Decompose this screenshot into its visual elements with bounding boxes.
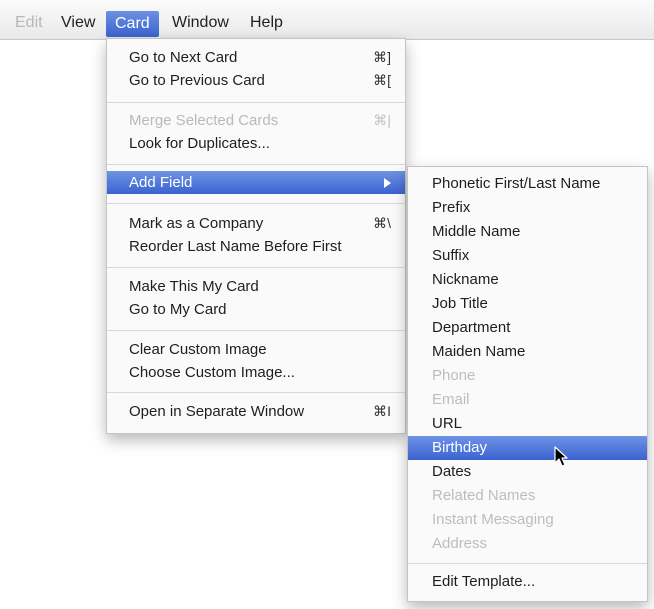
submenu-separator bbox=[408, 563, 647, 564]
menu-separator bbox=[107, 330, 405, 331]
menu-bar: Edit View Card Window Help bbox=[0, 0, 654, 40]
submenu-item-related-names: Related Names bbox=[432, 487, 536, 504]
shortcut-label: ⌘[ bbox=[373, 72, 391, 88]
menu-window[interactable]: Window bbox=[163, 10, 238, 36]
shortcut-label: ⌘I bbox=[373, 403, 391, 419]
menu-item-label: Go to Previous Card bbox=[129, 72, 265, 89]
menu-item-go-to-my-card[interactable]: Go to My Card bbox=[107, 298, 405, 321]
submenu-item-suffix[interactable]: Suffix bbox=[408, 244, 647, 268]
menu-separator bbox=[107, 102, 405, 103]
add-field-submenu: Phonetic First/Last Name Prefix Middle N… bbox=[407, 166, 648, 602]
submenu-item-email: Email bbox=[432, 391, 470, 408]
menu-separator bbox=[107, 392, 405, 393]
menu-item-label: Go to My Card bbox=[129, 301, 227, 318]
submenu-item-middle-name[interactable]: Middle Name bbox=[408, 220, 647, 244]
submenu-item-phonetic-name[interactable]: Phonetic First/Last Name bbox=[408, 172, 647, 196]
menu-item-label: Reorder Last Name Before First bbox=[129, 238, 342, 255]
shortcut-label: ⌘\ bbox=[373, 215, 391, 231]
card-menu: Go to Next Card ⌘] Go to Previous Card ⌘… bbox=[106, 38, 406, 434]
menu-edit[interactable]: Edit bbox=[6, 10, 52, 36]
menu-separator bbox=[107, 203, 405, 204]
menu-item-clear-custom-image[interactable]: Clear Custom Image bbox=[107, 338, 405, 361]
menu-item-label: Merge Selected Cards bbox=[129, 112, 279, 129]
menu-item-make-this-my-card[interactable]: Make This My Card bbox=[107, 275, 405, 298]
menu-item-label: Look for Duplicates... bbox=[129, 135, 270, 152]
menu-item-reorder-last-name[interactable]: Reorder Last Name Before First bbox=[107, 235, 405, 258]
mouse-pointer-icon bbox=[554, 446, 568, 467]
screen: Edit View Card Window Help Go to Next Ca… bbox=[0, 0, 654, 609]
submenu-item-job-title[interactable]: Job Title bbox=[408, 292, 647, 316]
menu-item-label: Add Field bbox=[129, 174, 193, 191]
menu-item-mark-as-company[interactable]: Mark as a Company ⌘\ bbox=[107, 212, 405, 235]
menu-separator bbox=[107, 164, 405, 165]
menu-item-label: Choose Custom Image... bbox=[129, 364, 295, 381]
menu-item-label: Go to Next Card bbox=[129, 49, 238, 66]
menu-separator bbox=[107, 267, 405, 268]
menu-item-choose-custom-image[interactable]: Choose Custom Image... bbox=[107, 361, 405, 384]
menu-help[interactable]: Help bbox=[241, 10, 292, 36]
menu-card[interactable]: Card bbox=[106, 11, 159, 37]
submenu-item-prefix[interactable]: Prefix bbox=[408, 196, 647, 220]
menu-item-add-field[interactable]: Add Field bbox=[107, 171, 405, 194]
menu-item-open-in-separate-window[interactable]: Open in Separate Window ⌘I bbox=[107, 400, 405, 423]
menu-item-label: Mark as a Company bbox=[129, 215, 264, 232]
submenu-item-nickname[interactable]: Nickname bbox=[408, 268, 647, 292]
submenu-item-instant-messaging: Instant Messaging bbox=[432, 511, 554, 528]
submenu-item-address: Address bbox=[432, 535, 488, 552]
submenu-arrow-icon bbox=[384, 178, 391, 188]
submenu-item-phone: Phone bbox=[432, 367, 476, 384]
menu-item-label: Open in Separate Window bbox=[129, 403, 305, 420]
shortcut-label: ⌘] bbox=[373, 49, 391, 65]
submenu-item-department[interactable]: Department bbox=[408, 316, 647, 340]
menu-view[interactable]: View bbox=[52, 10, 104, 36]
submenu-item-edit-template[interactable]: Edit Template... bbox=[408, 570, 647, 594]
menu-item-merge-selected-cards: Merge Selected Cards ⌘| bbox=[107, 109, 405, 132]
submenu-item-birthday[interactable]: Birthday bbox=[408, 436, 647, 460]
menu-item-go-to-next-card[interactable]: Go to Next Card ⌘] bbox=[107, 46, 405, 69]
menu-item-look-for-duplicates[interactable]: Look for Duplicates... bbox=[107, 132, 405, 155]
submenu-item-dates[interactable]: Dates bbox=[408, 460, 647, 484]
submenu-item-url[interactable]: URL bbox=[408, 412, 647, 436]
menu-item-label: Clear Custom Image bbox=[129, 341, 267, 358]
shortcut-label: ⌘| bbox=[373, 112, 391, 128]
menu-item-label: Make This My Card bbox=[129, 278, 259, 295]
submenu-item-maiden-name[interactable]: Maiden Name bbox=[408, 340, 647, 364]
menu-item-go-to-previous-card[interactable]: Go to Previous Card ⌘[ bbox=[107, 69, 405, 92]
